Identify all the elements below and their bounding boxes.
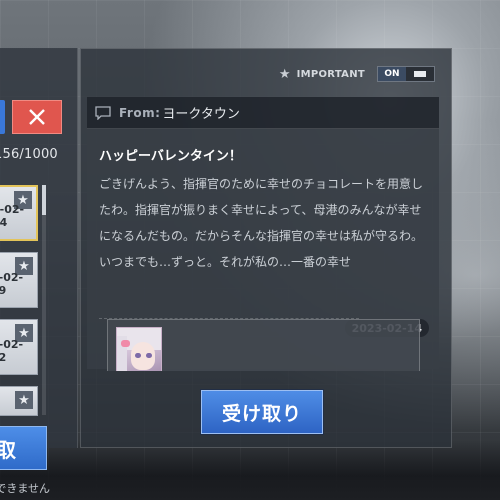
mail-item[interactable]: ★: [0, 386, 38, 416]
toggle-knob: [406, 67, 434, 81]
chat-bubble-icon: [95, 105, 111, 120]
mail-item[interactable]: ★ 3-02-02: [0, 319, 38, 375]
receive-button[interactable]: 受け取り: [201, 390, 323, 434]
claim-all-label: 受取: [0, 434, 16, 463]
mail-item-date: 3-02-09: [0, 271, 24, 297]
important-label: IMPORTANT: [296, 68, 365, 80]
toggle-on-label: ON: [378, 67, 406, 81]
mail-counter-total: /1000: [19, 147, 58, 162]
close-icon: [29, 109, 45, 125]
background-bottom-shade: [0, 440, 500, 500]
mail-counter: 156/1000: [0, 147, 58, 162]
cannot-claim-note: できません: [0, 482, 50, 495]
star-icon: ★: [278, 66, 291, 82]
scrollbar-track[interactable]: [42, 185, 46, 415]
mail-item-date: 3-02-02: [0, 338, 24, 364]
receive-button-label: 受け取り: [221, 402, 302, 425]
attachment-box: [107, 319, 420, 371]
important-toggle-row: ★ IMPORTANT ON: [279, 66, 435, 82]
star-icon[interactable]: ★: [15, 391, 33, 409]
sender-name: ヨークタウン: [162, 107, 240, 122]
close-button[interactable]: [12, 100, 62, 134]
mail-text: ごきげんよう、指揮官のために幸せのチョコレートを用意したわ。指揮官が振りまく幸せ…: [99, 177, 424, 269]
claim-all-button[interactable]: 受取: [0, 426, 47, 470]
attachment-item-avatar[interactable]: [116, 327, 162, 371]
from-label: From:: [119, 105, 161, 120]
sort-button[interactable]: [0, 100, 5, 134]
mail-list-panel: 156/1000 ★ 3-02-14 ★ 3-02-09 ★ 3-02-02 ★…: [0, 48, 78, 495]
scrollbar-thumb[interactable]: [42, 185, 46, 215]
mail-detail-panel: ★ IMPORTANT ON From: ヨークタウン ハッピーバレンタイン！ …: [80, 48, 452, 448]
important-toggle[interactable]: ON: [377, 66, 435, 82]
mail-counter-current: 156: [0, 147, 20, 162]
mail-item-date: 3-02-14: [0, 203, 25, 229]
mail-title: ハッピーバレンタイン！: [99, 149, 242, 164]
mail-item[interactable]: ★ 3-02-09: [0, 252, 38, 308]
sender-bar: From: ヨークタウン: [87, 97, 439, 129]
mail-item[interactable]: ★ 3-02-14: [0, 185, 38, 241]
